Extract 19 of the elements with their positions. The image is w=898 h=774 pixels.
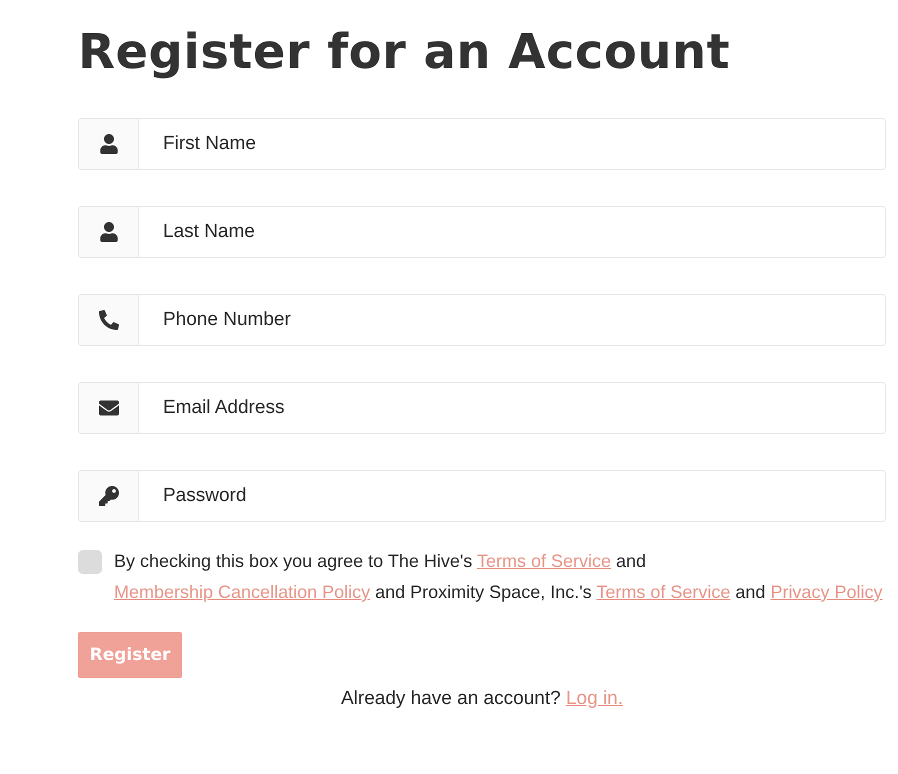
login-prompt: Already have an account? [340, 688, 562, 710]
agree-checkbox[interactable] [78, 550, 102, 574]
policy-link[interactable]: Privacy Policy [770, 582, 882, 602]
login-link[interactable]: Log in. [566, 688, 624, 710]
policy-link[interactable]: Membership Cancellation Policy [114, 582, 370, 602]
envelope-icon [98, 398, 118, 418]
agreement-text: By checking this box you agree to The Hive's Terms of Service and Membership Cancellation Policy and Proximity Space, Inc.'s Terms of Service and Privacy Policy [114, 550, 884, 604]
phone-icon [98, 310, 118, 330]
input-field[interactable]: Email Address [78, 382, 886, 434]
page-title: Register for an Account [78, 24, 732, 80]
key-icon [98, 486, 118, 506]
input-field[interactable]: Last Name [78, 206, 886, 258]
policy-link[interactable]: Terms of Service [596, 582, 730, 602]
input-field[interactable]: Phone Number [78, 294, 886, 346]
input-field[interactable]: Password [78, 470, 886, 522]
person-icon [98, 134, 118, 154]
person-icon [98, 222, 118, 242]
policy-link[interactable]: Terms of Service [476, 551, 612, 571]
input-field[interactable]: First Name [78, 118, 886, 170]
